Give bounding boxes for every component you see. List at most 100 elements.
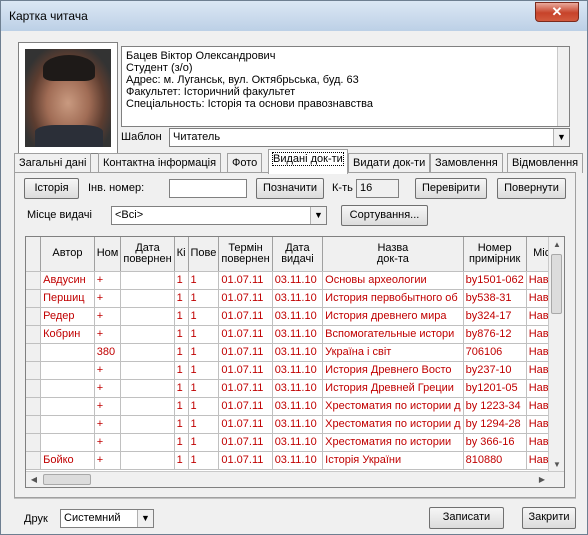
row-indicator[interactable] <box>26 379 42 398</box>
title-bar[interactable]: Картка читача ✕ <box>1 1 587 31</box>
row-indicator[interactable] <box>26 325 42 344</box>
table-vertical-scrollbar[interactable]: ▲ ▼ <box>548 237 564 473</box>
table-cell[interactable]: 01.07.11 <box>218 451 273 470</box>
column-header[interactable]: Назва док-та <box>322 237 464 272</box>
row-indicator[interactable] <box>26 397 42 416</box>
table-row[interactable]: Першиц +1 1 01.07.11 03.11.10 История первобы… <box>26 289 564 308</box>
scroll-up-icon[interactable]: ▲ <box>549 237 564 253</box>
table-cell[interactable]: 03.11.10 <box>272 289 324 308</box>
close-button[interactable]: Закрити <box>522 507 576 529</box>
table-cell[interactable]: 1 <box>188 307 220 326</box>
table-cell[interactable]: 03.11.10 <box>272 451 324 470</box>
scroll-left-icon[interactable]: ◀ <box>26 472 42 487</box>
table-cell[interactable]: + <box>94 271 122 290</box>
info-scrollbar[interactable] <box>557 47 569 126</box>
table-cell[interactable]: Хрестоматия по истории д <box>322 397 464 416</box>
table-cell[interactable]: 01.07.11 <box>218 289 273 308</box>
column-header[interactable]: Термін повернен <box>218 237 273 272</box>
table-cell[interactable]: + <box>94 415 122 434</box>
chevron-down-icon[interactable]: ▼ <box>137 510 153 527</box>
table-cell[interactable]: 1 <box>188 451 220 470</box>
table-cell[interactable]: 1 <box>174 343 189 362</box>
history-button[interactable]: Історія <box>24 178 79 199</box>
column-header[interactable]: Ном <box>94 237 122 272</box>
table-cell[interactable]: 01.07.11 <box>218 415 273 434</box>
table-row[interactable]: +1 1 01.07.11 03.11.10 Хрестоматия по истори… <box>26 415 564 434</box>
table-cell[interactable]: 01.07.11 <box>218 307 273 326</box>
template-select[interactable]: Читатель ▼ <box>169 128 570 147</box>
row-indicator[interactable] <box>26 433 42 452</box>
table-cell[interactable] <box>120 325 175 344</box>
table-cell[interactable]: 1 <box>174 325 189 344</box>
table-cell[interactable]: Хрестоматия по истории <box>322 433 464 452</box>
row-indicator[interactable] <box>26 343 42 362</box>
table-cell[interactable]: + <box>94 325 122 344</box>
table-cell[interactable]: 1 <box>174 433 189 452</box>
row-indicator[interactable] <box>26 451 42 470</box>
table-cell[interactable]: + <box>94 307 122 326</box>
row-indicator[interactable] <box>26 289 42 308</box>
table-cell[interactable]: 810880 <box>463 451 527 470</box>
table-cell[interactable]: 1 <box>188 343 220 362</box>
table-cell[interactable]: by876-12 <box>463 325 527 344</box>
table-cell[interactable] <box>120 307 175 326</box>
table-cell[interactable]: 01.07.11 <box>218 361 273 380</box>
table-row[interactable]: +1 1 01.07.11 03.11.10 История Древней Греци… <box>26 379 564 398</box>
table-cell[interactable]: История Древней Греции <box>322 379 464 398</box>
table-cell[interactable]: 1 <box>174 415 189 434</box>
table-cell[interactable]: История Древнего Восто <box>322 361 464 380</box>
table-cell[interactable]: 03.11.10 <box>272 271 324 290</box>
table-cell[interactable]: Авдусин <box>40 271 95 290</box>
table-cell[interactable]: 1 <box>188 325 220 344</box>
table-cell[interactable] <box>40 433 95 452</box>
table-row[interactable]: Кобрин +1 1 01.07.11 03.11.10 Вспомогательные… <box>26 325 564 344</box>
return-button[interactable]: Повернути <box>497 178 566 199</box>
table-cell[interactable]: 1 <box>188 271 220 290</box>
table-cell[interactable]: + <box>94 361 122 380</box>
table-cell[interactable]: 01.07.11 <box>218 343 273 362</box>
table-cell[interactable]: by1201-05 <box>463 379 527 398</box>
tab-photo[interactable]: Фото <box>227 153 263 173</box>
table-cell[interactable] <box>120 361 175 380</box>
table-cell[interactable]: + <box>94 379 122 398</box>
table-cell[interactable]: 1 <box>174 271 189 290</box>
table-cell[interactable]: 1 <box>174 307 189 326</box>
table-cell[interactable]: 03.11.10 <box>272 415 324 434</box>
table-row[interactable]: 380 1 1 01.07.11 03.11.10 Україна і світ 70610… <box>26 343 564 362</box>
table-cell[interactable]: 1 <box>188 361 220 380</box>
print-select[interactable]: Системний ▼ <box>60 509 154 528</box>
table-cell[interactable]: 1 <box>188 433 220 452</box>
table-cell[interactable]: 03.11.10 <box>272 397 324 416</box>
table-cell[interactable]: 03.11.10 <box>272 379 324 398</box>
inv-number-input[interactable] <box>169 179 247 198</box>
table-cell[interactable]: Історія України <box>322 451 464 470</box>
table-cell[interactable] <box>120 289 175 308</box>
table-cell[interactable]: 1 <box>174 361 189 380</box>
row-indicator[interactable] <box>26 415 42 434</box>
table-horizontal-scrollbar[interactable]: ◀ ▶ <box>26 471 564 487</box>
table-cell[interactable] <box>40 361 95 380</box>
table-cell[interactable]: by1501-062 <box>463 271 527 290</box>
table-cell[interactable] <box>120 451 175 470</box>
chevron-down-icon[interactable]: ▼ <box>310 207 326 224</box>
row-indicator-header[interactable] <box>26 237 42 272</box>
table-cell[interactable]: 1 <box>188 379 220 398</box>
close-window-button[interactable]: ✕ <box>535 2 579 22</box>
table-cell[interactable]: + <box>94 397 122 416</box>
scroll-thumb[interactable] <box>43 474 91 485</box>
place-select[interactable]: <Всі> ▼ <box>111 206 327 225</box>
table-row[interactable]: Редер +1 1 01.07.11 03.11.10 История древнего… <box>26 307 564 326</box>
table-cell[interactable]: 03.11.10 <box>272 361 324 380</box>
tab-orders[interactable]: Замовлення <box>430 153 503 173</box>
table-cell[interactable]: Бойко <box>40 451 95 470</box>
table-cell[interactable]: 01.07.11 <box>218 379 273 398</box>
table-cell[interactable]: 1 <box>174 397 189 416</box>
table-cell[interactable]: Основы археологии <box>322 271 464 290</box>
table-cell[interactable]: by 1294-28 <box>463 415 527 434</box>
table-cell[interactable] <box>120 379 175 398</box>
table-cell[interactable] <box>40 415 95 434</box>
table-cell[interactable]: + <box>94 433 122 452</box>
table-cell[interactable]: 1 <box>174 289 189 308</box>
table-cell[interactable]: 1 <box>188 397 220 416</box>
column-header[interactable]: Пове <box>188 237 220 272</box>
